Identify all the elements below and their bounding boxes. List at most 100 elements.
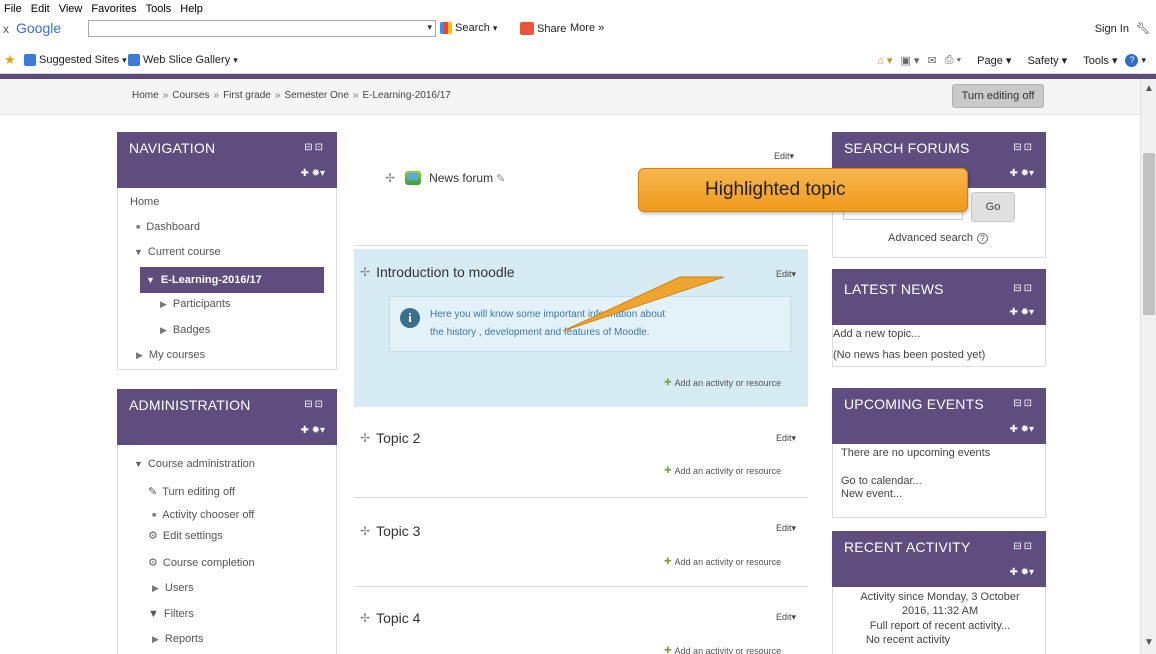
move-icon[interactable]: ✢: [360, 611, 370, 625]
dock-block-icon[interactable]: ⊟⊡: [1013, 283, 1034, 294]
nav-course-selected[interactable]: ▼ E-Learning-2016/17: [140, 267, 324, 293]
sign-in-button[interactable]: Sign In 🔧︎: [1095, 22, 1150, 35]
nav-home[interactable]: Home: [130, 196, 159, 208]
menu-favorites[interactable]: Favorites: [91, 3, 136, 15]
favorite-suggested-sites[interactable]: Suggested Sites ▾: [24, 54, 127, 66]
breadcrumb-home[interactable]: Home: [132, 90, 159, 101]
admin-course-completion[interactable]: ⚙ Course completion: [148, 556, 255, 570]
go-to-calendar-link[interactable]: Go to calendar...: [841, 475, 922, 487]
print-icon[interactable]: ⎙ ▾: [945, 54, 961, 67]
favorite-web-slice-gallery[interactable]: Web Slice Gallery ▾: [128, 54, 238, 66]
news-forum-link[interactable]: News forum: [429, 171, 493, 185]
block-actions-icon[interactable]: ✚ ✹▾: [1009, 168, 1034, 179]
home-icon[interactable]: ⌂ ▾: [877, 54, 892, 67]
nav-my-courses-label: My courses: [148, 349, 206, 361]
help-icon[interactable]: ?: [1125, 54, 1139, 67]
breadcrumb-course[interactable]: E-Learning-2016/17: [362, 90, 450, 101]
page-menu[interactable]: Page ▾: [969, 54, 1011, 67]
help-icon[interactable]: ?: [977, 232, 988, 244]
page-scrollbar[interactable]: ▲ ▼: [1140, 79, 1156, 654]
menu-edit[interactable]: Edit: [31, 3, 50, 15]
topic-4-title[interactable]: ✢ Topic 4: [360, 610, 420, 626]
google-search-input[interactable]: ▾: [88, 20, 436, 37]
advanced-search-link[interactable]: Advanced search ?: [888, 232, 988, 244]
navigation-block-header: NAVIGATION ⊟⊡ ✚ ✹▾: [117, 132, 337, 188]
add-activity-topic-2[interactable]: ✚ Add an activity or resource: [664, 465, 781, 476]
search-forums-go-button[interactable]: Go: [971, 192, 1015, 222]
menu-tools[interactable]: Tools: [146, 3, 172, 15]
turn-editing-off-button[interactable]: Turn editing off: [952, 84, 1044, 108]
breadcrumb-courses[interactable]: Courses: [172, 90, 209, 101]
move-icon[interactable]: ✢: [360, 524, 370, 538]
dropdown-arrow-icon: ▾: [233, 54, 238, 65]
admin-turn-editing-off[interactable]: ✎ Turn editing off: [148, 485, 235, 499]
news-forum-activity[interactable]: ✢ News forum ✎: [385, 171, 505, 185]
full-report-link[interactable]: Full report of recent activity...: [833, 620, 1047, 632]
tools-menu[interactable]: Tools ▾: [1075, 54, 1117, 67]
more-label: More »: [570, 22, 605, 34]
close-icon[interactable]: x: [3, 22, 9, 36]
edit-menu-topic-2[interactable]: Edit▾: [776, 433, 796, 444]
dock-block-icon[interactable]: ⊟⊡: [1013, 142, 1034, 153]
breadcrumb-first-grade[interactable]: First grade: [223, 90, 271, 101]
intro-section-title[interactable]: ✢ Introduction to moodle: [360, 264, 515, 280]
add-activity-topic-3[interactable]: ✚ Add an activity or resource: [664, 556, 781, 567]
move-icon[interactable]: ✢: [360, 431, 370, 445]
scroll-up-arrow-icon[interactable]: ▲: [1144, 83, 1154, 94]
scrollbar-thumb[interactable]: [1143, 153, 1155, 315]
nav-dashboard[interactable]: ■ Dashboard: [136, 221, 200, 233]
more-button[interactable]: More »: [570, 22, 604, 34]
dock-block-icon[interactable]: ⊟⊡: [304, 142, 325, 153]
mail-icon[interactable]: ✉: [927, 54, 936, 67]
edit-menu-intro[interactable]: Edit▾: [776, 269, 796, 280]
admin-users[interactable]: ▶ Users: [152, 582, 194, 594]
dock-block-icon[interactable]: ⊟⊡: [304, 399, 325, 410]
nav-participants[interactable]: ▶ Participants: [160, 298, 230, 310]
dropdown-arrow-icon[interactable]: ▾: [427, 22, 432, 33]
scroll-down-arrow-icon[interactable]: ▼: [1144, 637, 1154, 648]
admin-turn-editing-label: Turn editing off: [162, 485, 235, 498]
dock-block-icon[interactable]: ⊟⊡: [1013, 398, 1034, 409]
admin-edit-settings[interactable]: ⚙ Edit settings: [148, 529, 223, 543]
menu-help[interactable]: Help: [180, 3, 203, 15]
nav-my-courses[interactable]: ▶ My courses: [136, 349, 205, 361]
block-actions-icon[interactable]: ✚ ✹▾: [1009, 567, 1034, 578]
topic-2-title[interactable]: ✢ Topic 2: [360, 430, 420, 446]
block-actions-icon[interactable]: ✚ ✹▾: [300, 425, 325, 436]
nav-badges[interactable]: ▶ Badges: [160, 324, 210, 336]
dock-block-icon[interactable]: ⊟⊡: [1013, 541, 1034, 552]
intro-title-label: Introduction to moodle: [376, 264, 515, 280]
edit-menu-topic-4[interactable]: Edit▾: [776, 612, 796, 623]
add-activity-topic-4[interactable]: ✚ Add an activity or resource: [664, 645, 781, 654]
latest-news-block-body: Add a new topic... (No news has been pos…: [832, 325, 1046, 367]
admin-filters[interactable]: ▼ Filters: [148, 608, 194, 620]
breadcrumb-semester-one[interactable]: Semester One: [284, 90, 348, 101]
admin-activity-chooser[interactable]: ■ Activity chooser off: [152, 509, 254, 521]
edit-menu-section-0[interactable]: Edit▾: [774, 151, 794, 162]
add-activity-intro[interactable]: ✚ Add an activity or resource: [664, 377, 781, 388]
new-event-link[interactable]: New event...: [841, 488, 902, 500]
block-actions-icon[interactable]: ✚ ✹▾: [1009, 424, 1034, 435]
page-header-strip: Home» Courses» First grade» Semester One» E-…: [0, 79, 1140, 115]
menu-view[interactable]: View: [59, 3, 83, 15]
share-button[interactable]: Share: [520, 22, 566, 35]
add-new-topic-link[interactable]: Add a new topic...: [833, 328, 920, 340]
edit-title-pencil-icon[interactable]: ✎: [496, 172, 505, 185]
admin-reports[interactable]: ▶ Reports: [152, 633, 203, 645]
nav-current-course[interactable]: ▼ Current course: [134, 246, 221, 258]
block-actions-icon[interactable]: ✚ ✹▾: [300, 168, 325, 179]
favorites-star-icon[interactable]: ★: [4, 52, 16, 68]
feeds-icon[interactable]: ▣ ▾: [900, 54, 919, 67]
edit-menu-topic-3[interactable]: Edit▾: [776, 523, 796, 534]
safety-menu[interactable]: Safety ▾: [1019, 54, 1067, 67]
admin-users-label: Users: [164, 582, 194, 594]
block-actions-icon[interactable]: ✚ ✹▾: [1009, 307, 1034, 318]
topic-3-title[interactable]: ✢ Topic 3: [360, 523, 420, 539]
google-search-button[interactable]: Search ▾: [440, 22, 497, 34]
admin-course-administration[interactable]: ▼ Course administration: [134, 458, 255, 470]
move-icon[interactable]: ✢: [385, 171, 395, 185]
breadcrumb-separator: »: [162, 90, 169, 101]
move-icon[interactable]: ✢: [360, 265, 370, 279]
plus-icon: ✚: [664, 377, 672, 387]
menu-file[interactable]: File: [4, 3, 22, 15]
